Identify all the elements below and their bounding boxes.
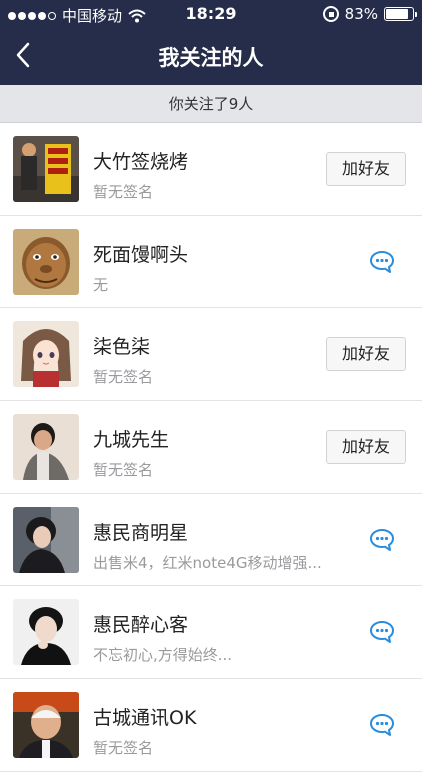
- chat-bubble-icon[interactable]: [369, 713, 395, 737]
- user-name: 九城先生: [93, 429, 170, 452]
- add-friend-button[interactable]: 加好友: [326, 430, 406, 465]
- avatar[interactable]: [13, 414, 79, 481]
- page-title: 我关注的人: [158, 46, 264, 70]
- list-item[interactable]: 柒色柒暂无签名 加好友: [0, 308, 422, 402]
- follow-count-bar: 你关注了9人: [0, 85, 422, 123]
- list-item[interactable]: 九城先生暂无签名 加好友: [0, 401, 422, 494]
- avatar[interactable]: [13, 506, 79, 573]
- list-item[interactable]: 古城通讯OK 暂无签名: [0, 679, 422, 772]
- user-name: 惠民醉心客: [93, 614, 189, 637]
- status-bar: 中国移动 18:29 83%: [0, 0, 422, 28]
- list-item[interactable]: 死面馒啊头无: [0, 215, 422, 309]
- user-name: 大竹签烧烤: [93, 151, 189, 173]
- user-name: 柒色柒: [93, 336, 151, 359]
- chat-bubble-icon[interactable]: [369, 528, 395, 552]
- user-signature: 不忘初心,方得始终...: [93, 646, 233, 665]
- user-signature: 出售米4，红米note4G移动增强...: [93, 553, 322, 572]
- user-name: 死面馒啊头: [93, 243, 189, 266]
- add-friend-button[interactable]: 加好友: [326, 337, 406, 372]
- user-signature: 暂无签名: [93, 461, 154, 480]
- header: 中国移动 18:29 83% 我关注的人: [0, 0, 422, 85]
- user-signature: 暂无签名: [93, 183, 154, 201]
- chat-bubble-icon[interactable]: [369, 620, 395, 644]
- avatar[interactable]: [13, 692, 79, 759]
- avatar[interactable]: [13, 599, 79, 666]
- user-name: 惠民商明星: [93, 521, 189, 544]
- avatar[interactable]: [13, 228, 79, 295]
- battery-percent: 83%: [344, 5, 378, 23]
- list-item[interactable]: 惠民商明星出售米4，红米note4G移动增强...: [0, 493, 422, 587]
- list-item[interactable]: 大竹签烧烤暂无签名 加好友: [0, 123, 422, 216]
- user-name: 古城通讯OK: [93, 707, 197, 730]
- user-signature: 暂无签名: [93, 739, 154, 758]
- battery-icon: [384, 7, 417, 21]
- add-friend-button[interactable]: 加好友: [326, 152, 406, 186]
- nav-bar: 我关注的人: [0, 28, 422, 85]
- avatar[interactable]: [13, 136, 79, 202]
- rotation-lock-icon: [322, 6, 339, 22]
- user-signature: 暂无签名: [93, 368, 154, 387]
- following-list: 大竹签烧烤 暂无签名 加好友 死面馒啊头无柒色柒 暂无签名 加好友 九城先生 暂无签名 加好友惠…: [0, 123, 422, 772]
- list-item[interactable]: 惠民醉心客不忘初心,方得始终...: [0, 586, 422, 680]
- chat-bubble-icon[interactable]: [369, 250, 395, 274]
- avatar[interactable]: [13, 321, 79, 388]
- user-signature: 无: [93, 275, 109, 294]
